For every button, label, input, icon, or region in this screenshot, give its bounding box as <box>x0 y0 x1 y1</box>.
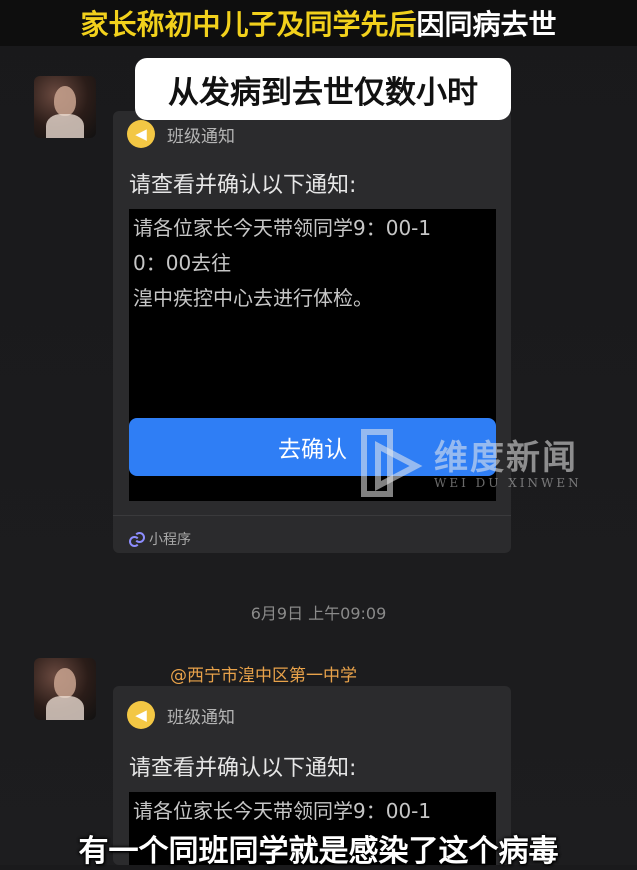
video-caption: 有一个同班同学就是感染了这个病毒 <box>78 834 559 869</box>
card-preview-text: 请各位家长今天带领同学9：00-1 <box>133 794 431 829</box>
megaphone-icon: ◀ <box>127 120 155 148</box>
card-source-label: 班级通知 <box>167 707 235 728</box>
headline-part-yellow: 家长称初中儿子及同学先后 <box>80 8 417 41</box>
preview-line: 请各位家长今天带领同学9：00-1 <box>133 216 432 240</box>
preview-line: 湟中疾控中心去进行体检。 <box>133 286 373 310</box>
sender-name: @西宁市湟中区第一中学 <box>170 666 357 686</box>
watermark-text-en: WEI DU XINWEN <box>434 476 582 490</box>
avatar[interactable] <box>34 76 96 138</box>
watermark: 维度新闻 WEI DU XINWEN <box>360 428 630 498</box>
preview-line: 0：00去往 <box>133 251 232 275</box>
watermark-text-cn: 维度新闻 <box>434 438 578 478</box>
card-title: 请查看并确认以下通知: <box>129 756 357 781</box>
headline-part-white: 因同病去世 <box>416 8 557 41</box>
card-source-row: ◀ 班级通知 <box>127 700 235 730</box>
preview-line: 请各位家长今天带领同学9：00-1 <box>133 799 432 823</box>
watermark-logo-icon <box>361 429 423 497</box>
video-subheadline: 从发病到去世仅数小时 <box>135 58 511 120</box>
card-divider <box>113 515 511 516</box>
message-timestamp: 6月9日 上午09:09 <box>250 604 387 623</box>
card-title: 请查看并确认以下通知: <box>129 173 357 198</box>
mini-program-footer: 小程序 <box>129 529 191 549</box>
mini-program-icon <box>129 532 145 547</box>
card-source-label: 班级通知 <box>167 126 235 147</box>
megaphone-icon: ◀ <box>127 701 155 729</box>
mini-program-label: 小程序 <box>149 532 191 548</box>
avatar[interactable] <box>34 658 96 720</box>
card-source-row: ◀ 班级通知 <box>127 119 235 149</box>
video-headline: 家长称初中儿子及同学先后 因同病去世 <box>0 0 637 46</box>
card-preview-text: 请各位家长今天带领同学9：00-1 0：00去往 湟中疾控中心去进行体检。 <box>133 211 431 316</box>
